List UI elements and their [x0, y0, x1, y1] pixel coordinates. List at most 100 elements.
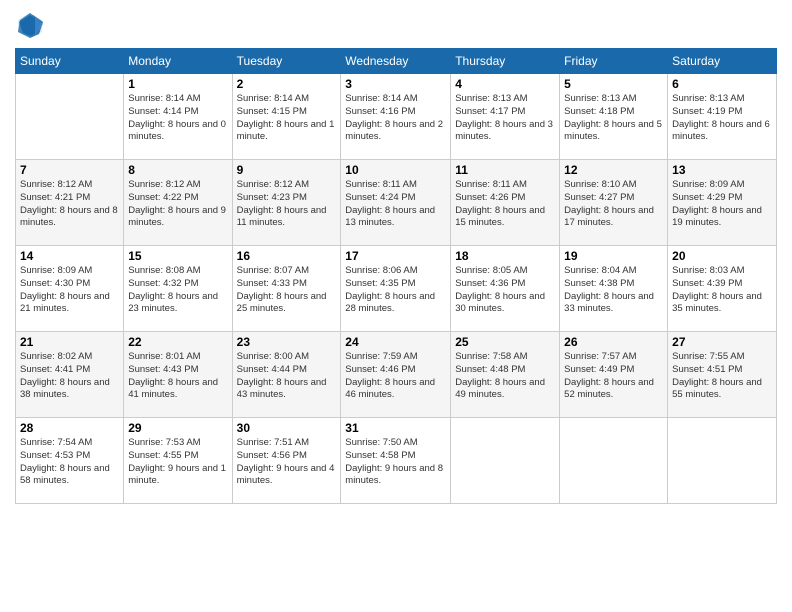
day-info: Sunrise: 8:10 AMSunset: 4:27 PMDaylight:… — [564, 179, 663, 230]
calendar-header-row: Sunday Monday Tuesday Wednesday Thursday… — [16, 49, 777, 74]
day-info: Sunrise: 8:12 AMSunset: 4:23 PMDaylight:… — [237, 179, 337, 230]
day-info: Sunrise: 8:13 AMSunset: 4:17 PMDaylight:… — [455, 93, 555, 144]
day-number: 23 — [237, 335, 337, 349]
day-number: 12 — [564, 163, 663, 177]
page: Sunday Monday Tuesday Wednesday Thursday… — [0, 0, 792, 612]
calendar-cell: 12 Sunrise: 8:10 AMSunset: 4:27 PMDayligh… — [560, 160, 668, 246]
calendar-cell: 7Sunrise: 8:12 AMSunset: 4:21 PMDaylight… — [16, 160, 124, 246]
calendar-cell: 6 Sunrise: 8:13 AMSunset: 4:19 PMDaylight… — [668, 74, 777, 160]
header — [15, 10, 777, 40]
logo — [15, 10, 49, 40]
calendar-cell: 4 Sunrise: 8:13 AMSunset: 4:17 PMDaylight… — [451, 74, 560, 160]
day-number: 2 — [237, 77, 337, 91]
day-info: Sunrise: 8:13 AMSunset: 4:19 PMDaylight:… — [672, 93, 772, 144]
day-number: 3 — [345, 77, 446, 91]
day-number: 19 — [564, 249, 663, 263]
day-info: Sunrise: 8:05 AMSunset: 4:36 PMDaylight:… — [455, 265, 555, 316]
calendar-cell: 8Sunrise: 8:12 AMSunset: 4:22 PMDaylight… — [124, 160, 232, 246]
day-info: Sunrise: 8:07 AMSunset: 4:33 PMDaylight:… — [237, 265, 337, 316]
day-info: Sunrise: 8:11 AMSunset: 4:26 PMDaylight:… — [455, 179, 555, 230]
day-number: 15 — [128, 249, 227, 263]
calendar-cell: 11 Sunrise: 8:11 AMSunset: 4:26 PMDayligh… — [451, 160, 560, 246]
day-number: 22 — [128, 335, 227, 349]
day-number: 14 — [20, 249, 119, 263]
calendar-cell: 3 Sunrise: 8:14 AMSunset: 4:16 PMDaylight… — [341, 74, 451, 160]
calendar-cell: 16 Sunrise: 8:07 AMSunset: 4:33 PMDayligh… — [232, 246, 341, 332]
calendar-cell: 1 Sunrise: 8:14 AMSunset: 4:14 PMDaylight… — [124, 74, 232, 160]
calendar-cell: 5Sunrise: 8:13 AMSunset: 4:18 PMDaylight… — [560, 74, 668, 160]
calendar-week-row: 28 Sunrise: 7:54 AMSunset: 4:53 PMDayligh… — [16, 418, 777, 504]
day-info: Sunrise: 7:57 AMSunset: 4:49 PMDaylight:… — [564, 351, 663, 402]
day-number: 21 — [20, 335, 119, 349]
day-number: 31 — [345, 421, 446, 435]
calendar-cell: 18 Sunrise: 8:05 AMSunset: 4:36 PMDayligh… — [451, 246, 560, 332]
day-number: 30 — [237, 421, 337, 435]
day-number: 8 — [128, 163, 227, 177]
calendar-cell: 10 Sunrise: 8:11 AMSunset: 4:24 PMDayligh… — [341, 160, 451, 246]
header-thursday: Thursday — [451, 49, 560, 74]
day-info: Sunrise: 8:08 AMSunset: 4:32 PMDaylight:… — [128, 265, 227, 316]
calendar-week-row: 1 Sunrise: 8:14 AMSunset: 4:14 PMDaylight… — [16, 74, 777, 160]
calendar-cell: 9 Sunrise: 8:12 AMSunset: 4:23 PMDaylight… — [232, 160, 341, 246]
calendar-week-row: 21 Sunrise: 8:02 AMSunset: 4:41 PMDayligh… — [16, 332, 777, 418]
calendar-cell: 13 Sunrise: 8:09 AMSunset: 4:29 PMDayligh… — [668, 160, 777, 246]
day-number: 13 — [672, 163, 772, 177]
calendar-cell: 17 Sunrise: 8:06 AMSunset: 4:35 PMDayligh… — [341, 246, 451, 332]
day-number: 10 — [345, 163, 446, 177]
day-info: Sunrise: 7:59 AMSunset: 4:46 PMDaylight:… — [345, 351, 446, 402]
day-info: Sunrise: 8:09 AMSunset: 4:30 PMDaylight:… — [20, 265, 119, 316]
day-number: 4 — [455, 77, 555, 91]
day-info: Sunrise: 7:58 AMSunset: 4:48 PMDaylight:… — [455, 351, 555, 402]
calendar-cell — [668, 418, 777, 504]
header-monday: Monday — [124, 49, 232, 74]
calendar-cell — [451, 418, 560, 504]
day-number: 6 — [672, 77, 772, 91]
day-info: Sunrise: 8:04 AMSunset: 4:38 PMDaylight:… — [564, 265, 663, 316]
header-wednesday: Wednesday — [341, 49, 451, 74]
day-info: Sunrise: 8:01 AMSunset: 4:43 PMDaylight:… — [128, 351, 227, 402]
day-info: Sunrise: 7:50 AMSunset: 4:58 PMDaylight:… — [345, 437, 446, 488]
day-info: Sunrise: 7:51 AMSunset: 4:56 PMDaylight:… — [237, 437, 337, 488]
day-info: Sunrise: 8:11 AMSunset: 4:24 PMDaylight:… — [345, 179, 446, 230]
calendar-cell: 31 Sunrise: 7:50 AMSunset: 4:58 PMDayligh… — [341, 418, 451, 504]
calendar-cell: 19 Sunrise: 8:04 AMSunset: 4:38 PMDayligh… — [560, 246, 668, 332]
day-info: Sunrise: 7:53 AMSunset: 4:55 PMDaylight:… — [128, 437, 227, 488]
header-tuesday: Tuesday — [232, 49, 341, 74]
day-info: Sunrise: 8:09 AMSunset: 4:29 PMDaylight:… — [672, 179, 772, 230]
calendar-cell — [560, 418, 668, 504]
day-number: 16 — [237, 249, 337, 263]
calendar-cell — [16, 74, 124, 160]
day-info: Sunrise: 8:00 AMSunset: 4:44 PMDaylight:… — [237, 351, 337, 402]
day-number: 25 — [455, 335, 555, 349]
calendar-cell: 21 Sunrise: 8:02 AMSunset: 4:41 PMDayligh… — [16, 332, 124, 418]
day-info: Sunrise: 8:02 AMSunset: 4:41 PMDaylight:… — [20, 351, 119, 402]
day-info: Sunrise: 8:03 AMSunset: 4:39 PMDaylight:… — [672, 265, 772, 316]
calendar-cell: 26 Sunrise: 7:57 AMSunset: 4:49 PMDayligh… — [560, 332, 668, 418]
day-info: Sunrise: 8:14 AMSunset: 4:16 PMDaylight:… — [345, 93, 446, 144]
calendar-cell: 2Sunrise: 8:14 AMSunset: 4:15 PMDaylight… — [232, 74, 341, 160]
day-number: 11 — [455, 163, 555, 177]
calendar-cell: 25 Sunrise: 7:58 AMSunset: 4:48 PMDayligh… — [451, 332, 560, 418]
day-number: 5 — [564, 77, 663, 91]
header-sunday: Sunday — [16, 49, 124, 74]
day-number: 17 — [345, 249, 446, 263]
day-number: 26 — [564, 335, 663, 349]
day-number: 28 — [20, 421, 119, 435]
day-info: Sunrise: 7:55 AMSunset: 4:51 PMDaylight:… — [672, 351, 772, 402]
day-number: 27 — [672, 335, 772, 349]
day-number: 9 — [237, 163, 337, 177]
calendar-week-row: 14 Sunrise: 8:09 AMSunset: 4:30 PMDayligh… — [16, 246, 777, 332]
day-number: 18 — [455, 249, 555, 263]
calendar-week-row: 7Sunrise: 8:12 AMSunset: 4:21 PMDaylight… — [16, 160, 777, 246]
day-number: 1 — [128, 77, 227, 91]
day-info: Sunrise: 8:06 AMSunset: 4:35 PMDaylight:… — [345, 265, 446, 316]
day-info: Sunrise: 8:14 AMSunset: 4:14 PMDaylight:… — [128, 93, 227, 144]
day-info: Sunrise: 8:12 AMSunset: 4:21 PMDaylight:… — [20, 179, 119, 230]
calendar-cell: 23 Sunrise: 8:00 AMSunset: 4:44 PMDayligh… — [232, 332, 341, 418]
calendar-cell: 29 Sunrise: 7:53 AMSunset: 4:55 PMDayligh… — [124, 418, 232, 504]
calendar-cell: 24Sunrise: 7:59 AMSunset: 4:46 PMDayligh… — [341, 332, 451, 418]
logo-icon — [15, 10, 45, 40]
calendar-table: Sunday Monday Tuesday Wednesday Thursday… — [15, 48, 777, 504]
day-info: Sunrise: 7:54 AMSunset: 4:53 PMDaylight:… — [20, 437, 119, 488]
day-number: 29 — [128, 421, 227, 435]
